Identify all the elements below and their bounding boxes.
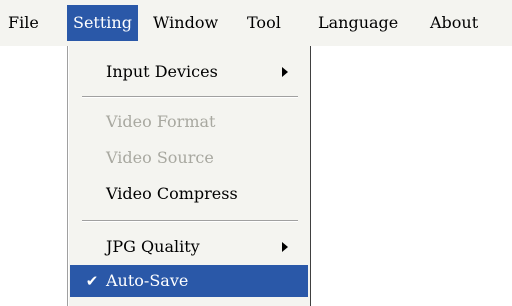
menu-about[interactable]: About bbox=[424, 5, 484, 41]
menu-item-auto-save[interactable]: ✔ Auto-Save bbox=[70, 265, 308, 297]
menu-language[interactable]: Language bbox=[312, 5, 404, 41]
menu-bar: File Setting Window Tool Language About bbox=[0, 0, 512, 46]
checkmark-icon: ✔ bbox=[85, 272, 99, 290]
menu-item-label: Auto-Save bbox=[106, 271, 189, 290]
menu-file[interactable]: File bbox=[2, 5, 45, 41]
menu-item-input-devices[interactable]: Input Devices bbox=[70, 56, 308, 88]
menu-tool[interactable]: Tool bbox=[241, 5, 287, 41]
submenu-arrow-icon bbox=[282, 242, 288, 252]
menu-item-label: Video Compress bbox=[106, 184, 238, 203]
menu-item-label: Video Source bbox=[106, 148, 214, 167]
menu-item-jpg-quality[interactable]: JPG Quality bbox=[70, 231, 308, 263]
menu-item-label: Video Format bbox=[106, 112, 216, 131]
menu-item-video-format: Video Format bbox=[70, 106, 308, 138]
menu-item-video-compress[interactable]: Video Compress bbox=[70, 178, 308, 210]
menu-item-video-source: Video Source bbox=[70, 142, 308, 174]
submenu-arrow-icon bbox=[282, 67, 288, 77]
menu-separator bbox=[82, 220, 298, 222]
menu-item-label: Input Devices bbox=[106, 62, 218, 81]
menu-setting[interactable]: Setting bbox=[67, 5, 138, 41]
menu-separator bbox=[82, 96, 298, 98]
menu-item-label: JPG Quality bbox=[106, 237, 200, 256]
setting-dropdown: Input Devices Video Format Video Source … bbox=[67, 46, 311, 306]
menu-window[interactable]: Window bbox=[147, 5, 224, 41]
